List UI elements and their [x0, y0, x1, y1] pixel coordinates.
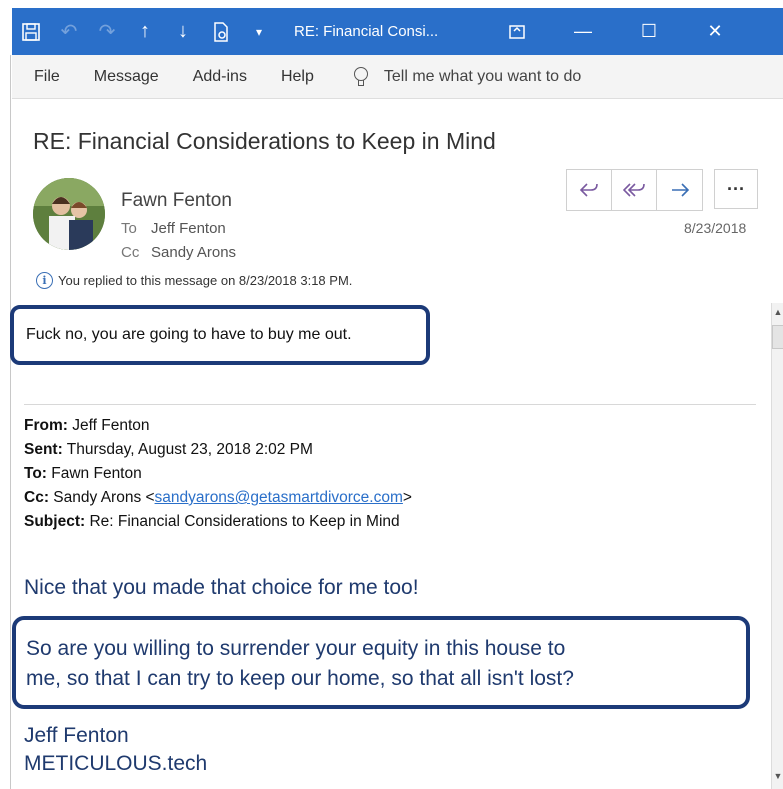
quoted-subject: Subject: Re: Financial Considerations to…	[24, 513, 400, 530]
message-subject: RE: Financial Considerations to Keep in …	[33, 128, 496, 154]
signature-site: METICULOUS.tech	[24, 752, 208, 775]
cc-line: Cc Sandy Arons	[121, 244, 236, 261]
menu-help[interactable]: Help	[259, 68, 314, 86]
quote-divider	[24, 404, 756, 405]
menu-bar: File Message Add-ins Help Tell me what y…	[12, 55, 783, 99]
scroll-up-icon[interactable]: ▲	[772, 303, 783, 321]
reply-text-highlight: Fuck no, you are going to have to buy me…	[10, 305, 430, 365]
message-actions	[566, 169, 703, 211]
tell-me-search[interactable]: Tell me what you want to do	[353, 66, 582, 87]
reply-icon[interactable]	[567, 170, 612, 210]
info-icon: i	[36, 272, 53, 289]
scroll-thumb[interactable]	[772, 325, 783, 349]
title-bar: ↶ ↷ ↑ ↓ ▾ RE: Financial Consi... — ☐ ✕	[12, 8, 783, 55]
scroll-down-icon[interactable]: ▼	[772, 767, 783, 785]
quoted-to: To: Fawn Fenton	[24, 465, 142, 482]
signature-name: Jeff Fenton	[24, 724, 129, 747]
close-icon[interactable]: ✕	[682, 8, 748, 55]
minimize-icon[interactable]: —	[550, 8, 616, 55]
cc-email-link[interactable]: sandyarons@getasmartdivorce.com	[155, 489, 403, 506]
quoted-line-2b: me, so that I can try to keep our home, …	[26, 667, 574, 690]
save-icon[interactable]	[12, 8, 50, 55]
redo-icon[interactable]: ↷	[88, 8, 126, 55]
ribbon-display-icon[interactable]	[484, 8, 550, 55]
pane-border	[10, 55, 11, 789]
vertical-scrollbar[interactable]: ▲ ▼	[771, 303, 783, 789]
attach-icon[interactable]	[202, 8, 240, 55]
window-title: RE: Financial Consi...	[294, 23, 439, 40]
quoted-sent: Sent: Thursday, August 23, 2018 2:02 PM	[24, 441, 313, 458]
lightbulb-icon	[353, 66, 368, 87]
to-line: To Jeff Fenton	[121, 220, 226, 237]
quoted-cc: Cc: Sandy Arons <sandyarons@getasmartdiv…	[24, 489, 412, 506]
menu-add-ins[interactable]: Add-ins	[171, 68, 247, 86]
tell-me-text: Tell me what you want to do	[383, 67, 582, 85]
reply-text: Fuck no, you are going to have to buy me…	[26, 326, 352, 343]
menu-file[interactable]: File	[12, 68, 60, 86]
forward-icon[interactable]	[657, 170, 702, 210]
more-icon[interactable]: ···	[714, 169, 758, 209]
maximize-icon[interactable]: ☐	[616, 8, 682, 55]
cc-label: Cc	[121, 244, 140, 261]
quoted-line-1: Nice that you made that choice for me to…	[24, 576, 419, 599]
menu-message[interactable]: Message	[72, 68, 159, 86]
reply-info-bar[interactable]: i You replied to this message on 8/23/20…	[36, 272, 352, 289]
cc-recipient[interactable]: Sandy Arons	[151, 244, 236, 261]
quoted-from: From: Jeff Fenton	[24, 417, 150, 434]
reply-info-text: You replied to this message on 8/23/2018…	[58, 273, 353, 288]
to-recipient[interactable]: Jeff Fenton	[151, 220, 226, 237]
undo-icon[interactable]: ↶	[50, 8, 88, 55]
quoted-text-highlight: So are you willing to surrender your equ…	[12, 616, 750, 709]
up-arrow-icon[interactable]: ↑	[126, 8, 164, 55]
sender-name[interactable]: Fawn Fenton	[121, 190, 232, 212]
down-arrow-icon[interactable]: ↓	[164, 8, 202, 55]
avatar	[33, 178, 105, 250]
quoted-line-2a: So are you willing to surrender your equ…	[26, 637, 566, 660]
quoted-header: From: Jeff Fenton Sent: Thursday, August…	[24, 414, 412, 534]
to-label: To	[121, 220, 137, 237]
reply-all-icon[interactable]	[612, 170, 657, 210]
message-date: 8/23/2018	[684, 220, 747, 236]
customize-icon[interactable]: ▾	[240, 8, 278, 55]
